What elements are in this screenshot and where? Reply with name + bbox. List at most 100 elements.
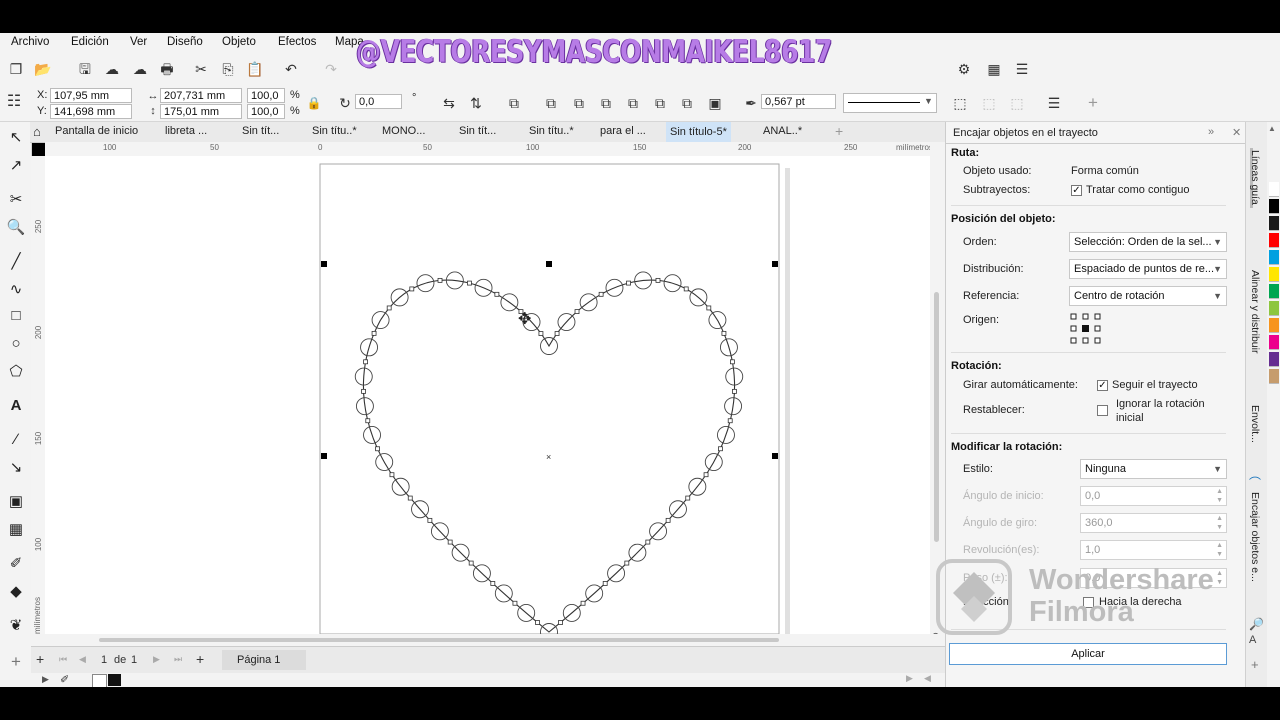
path-node[interactable] xyxy=(624,560,630,566)
color-swatch[interactable] xyxy=(1269,216,1279,231)
path-node[interactable] xyxy=(371,330,377,336)
referencia-dropdown[interactable]: Centro de rotación ▼ xyxy=(1069,286,1227,306)
side-add-icon[interactable]: + xyxy=(1251,657,1259,672)
color-swatch[interactable] xyxy=(1269,233,1279,248)
add-page-after-icon[interactable]: + xyxy=(196,651,204,667)
status-scroll-left-icon[interactable]: ◀ xyxy=(924,673,931,684)
cut-icon[interactable]: ✂ xyxy=(192,60,210,78)
text-settings-icon[interactable]: A xyxy=(1249,634,1256,646)
previous-page-icon[interactable]: ◀ xyxy=(79,654,86,665)
path-node[interactable] xyxy=(365,418,371,424)
path-node[interactable] xyxy=(468,560,474,566)
path-node[interactable] xyxy=(598,291,604,297)
transparency-icon[interactable]: ▦ xyxy=(6,520,26,540)
path-node[interactable] xyxy=(535,620,540,625)
scale-x-field[interactable]: 100,0 xyxy=(247,88,285,103)
angulo-inicio-field[interactable]: 0,0 ▲ ▼ xyxy=(1080,486,1227,506)
path-node[interactable] xyxy=(665,517,671,523)
color-swatch[interactable] xyxy=(1269,335,1279,350)
path-node[interactable] xyxy=(645,539,651,545)
break-apart-icon[interactable]: ⬚ xyxy=(1008,94,1026,112)
line-style-dropdown[interactable]: ▼ xyxy=(843,93,937,113)
color-swatch[interactable] xyxy=(1269,318,1279,333)
binoculars-icon[interactable]: 🔎 xyxy=(1249,617,1264,631)
first-page-icon[interactable]: ⏮ xyxy=(59,654,67,665)
side-tab-lineas-guia[interactable]: Líneas guía xyxy=(1249,150,1261,205)
path-node[interactable] xyxy=(375,446,380,452)
path-node[interactable] xyxy=(706,305,712,311)
welcome-icon[interactable]: ☰ xyxy=(1013,60,1031,78)
crop-tool-icon[interactable]: ✂ xyxy=(6,190,26,210)
menu-ver[interactable]: Ver xyxy=(130,36,147,48)
drawing-canvas[interactable]: × ✥ xyxy=(45,156,930,634)
tab-sin-titulo-3[interactable]: Sin tít... xyxy=(459,125,496,137)
cloud-sync-icon[interactable]: ☁ xyxy=(131,60,149,78)
path-node[interactable] xyxy=(389,472,395,478)
artistic-media-icon[interactable]: ∿ xyxy=(6,280,26,300)
selection-handle[interactable] xyxy=(772,261,778,267)
tab-sin-titulo-5[interactable]: Sin título-5* xyxy=(666,122,731,142)
drop-shadow-icon[interactable]: ▣ xyxy=(6,492,26,512)
girar-checkbox[interactable]: ✓ xyxy=(1097,380,1108,391)
eyedropper-icon[interactable]: ✐ xyxy=(6,554,26,574)
path-node[interactable] xyxy=(363,359,368,365)
path-node[interactable] xyxy=(361,388,366,394)
front-minus-back-icon[interactable]: ⧉ xyxy=(651,94,669,112)
smart-fill-icon[interactable]: ❦ xyxy=(6,616,26,636)
add-icon[interactable]: + xyxy=(1084,94,1102,112)
pick-tool-icon[interactable]: ↖ xyxy=(6,128,26,148)
tab-anal[interactable]: ANAL..* xyxy=(763,125,802,137)
open-folder-icon[interactable]: 📂 xyxy=(34,60,52,78)
status-expand-icon[interactable]: ▶ xyxy=(42,674,49,685)
mirror-horizontal-icon[interactable]: ⇆ xyxy=(440,94,458,112)
selection-handle[interactable] xyxy=(772,453,778,459)
restablecer-checkbox[interactable] xyxy=(1097,405,1108,416)
menu-objeto[interactable]: Objeto xyxy=(222,36,256,48)
path-node[interactable] xyxy=(655,277,661,283)
home-icon[interactable]: ⌂ xyxy=(33,124,41,139)
collapse-icon[interactable]: » xyxy=(1208,126,1214,138)
redo-icon[interactable]: ↷ xyxy=(322,60,340,78)
scale-y-field[interactable]: 100,0 xyxy=(247,104,285,119)
width-field[interactable]: 207,731 mm xyxy=(160,88,242,103)
lock-ratio-icon[interactable]: 🔒 xyxy=(305,94,323,112)
intersect-icon[interactable]: ⧉ xyxy=(597,94,615,112)
shape-tool-icon[interactable]: ↗ xyxy=(6,156,26,176)
path-node[interactable] xyxy=(409,286,415,292)
toolbox-add-icon[interactable]: + xyxy=(6,652,26,672)
polygon-tool-icon[interactable]: ⬠ xyxy=(6,362,26,382)
horizontal-scrollbar[interactable] xyxy=(31,634,945,646)
path-node[interactable] xyxy=(574,309,580,315)
quick-customize-icon[interactable]: ☰ xyxy=(1045,94,1063,112)
path-node[interactable] xyxy=(558,620,563,625)
orden-dropdown[interactable]: Selección: Orden de la sel... ▼ xyxy=(1069,232,1227,252)
color-swatch[interactable] xyxy=(1269,199,1279,214)
palette-scroll-up-icon[interactable]: ▲ xyxy=(1268,124,1276,133)
path-node[interactable] xyxy=(703,472,709,478)
path-node[interactable] xyxy=(602,581,608,586)
launch-icon[interactable]: ▦ xyxy=(985,60,1003,78)
subtrayectos-checkbox[interactable]: ✓ xyxy=(1071,185,1082,196)
interactive-fill-icon[interactable]: ◆ xyxy=(6,582,26,602)
color-swatch[interactable] xyxy=(1269,250,1279,265)
status-scroll-right-icon[interactable]: ▶ xyxy=(906,673,913,684)
path-node[interactable] xyxy=(685,495,691,501)
paste-icon[interactable]: 📋 xyxy=(246,60,264,78)
origin-grid-icon[interactable] xyxy=(1070,313,1102,345)
reference-point-icon[interactable]: ☷ xyxy=(5,93,23,111)
parallel-dimension-icon[interactable]: ∕ xyxy=(6,430,26,450)
new-document-icon[interactable]: ❐ xyxy=(7,60,25,78)
path-node[interactable] xyxy=(512,600,518,606)
last-page-icon[interactable]: ⏭ xyxy=(174,654,182,665)
new-tab-icon[interactable]: + xyxy=(835,123,843,139)
fill-eyedropper-icon[interactable]: ✐ xyxy=(60,673,69,686)
path-node[interactable] xyxy=(554,331,560,336)
tab-para-el[interactable]: para el ... xyxy=(600,125,646,137)
apply-button[interactable]: Aplicar xyxy=(949,643,1227,665)
trim-icon[interactable]: ⧉ xyxy=(570,94,588,112)
back-minus-front-icon[interactable]: ⧉ xyxy=(678,94,696,112)
path-node[interactable] xyxy=(467,280,472,286)
side-tab-alinear[interactable]: Alinear y distribuir xyxy=(1249,270,1261,353)
zoom-tool-icon[interactable]: 🔍 xyxy=(6,218,26,238)
convert-to-curves-icon[interactable]: ⬚ xyxy=(951,94,969,112)
